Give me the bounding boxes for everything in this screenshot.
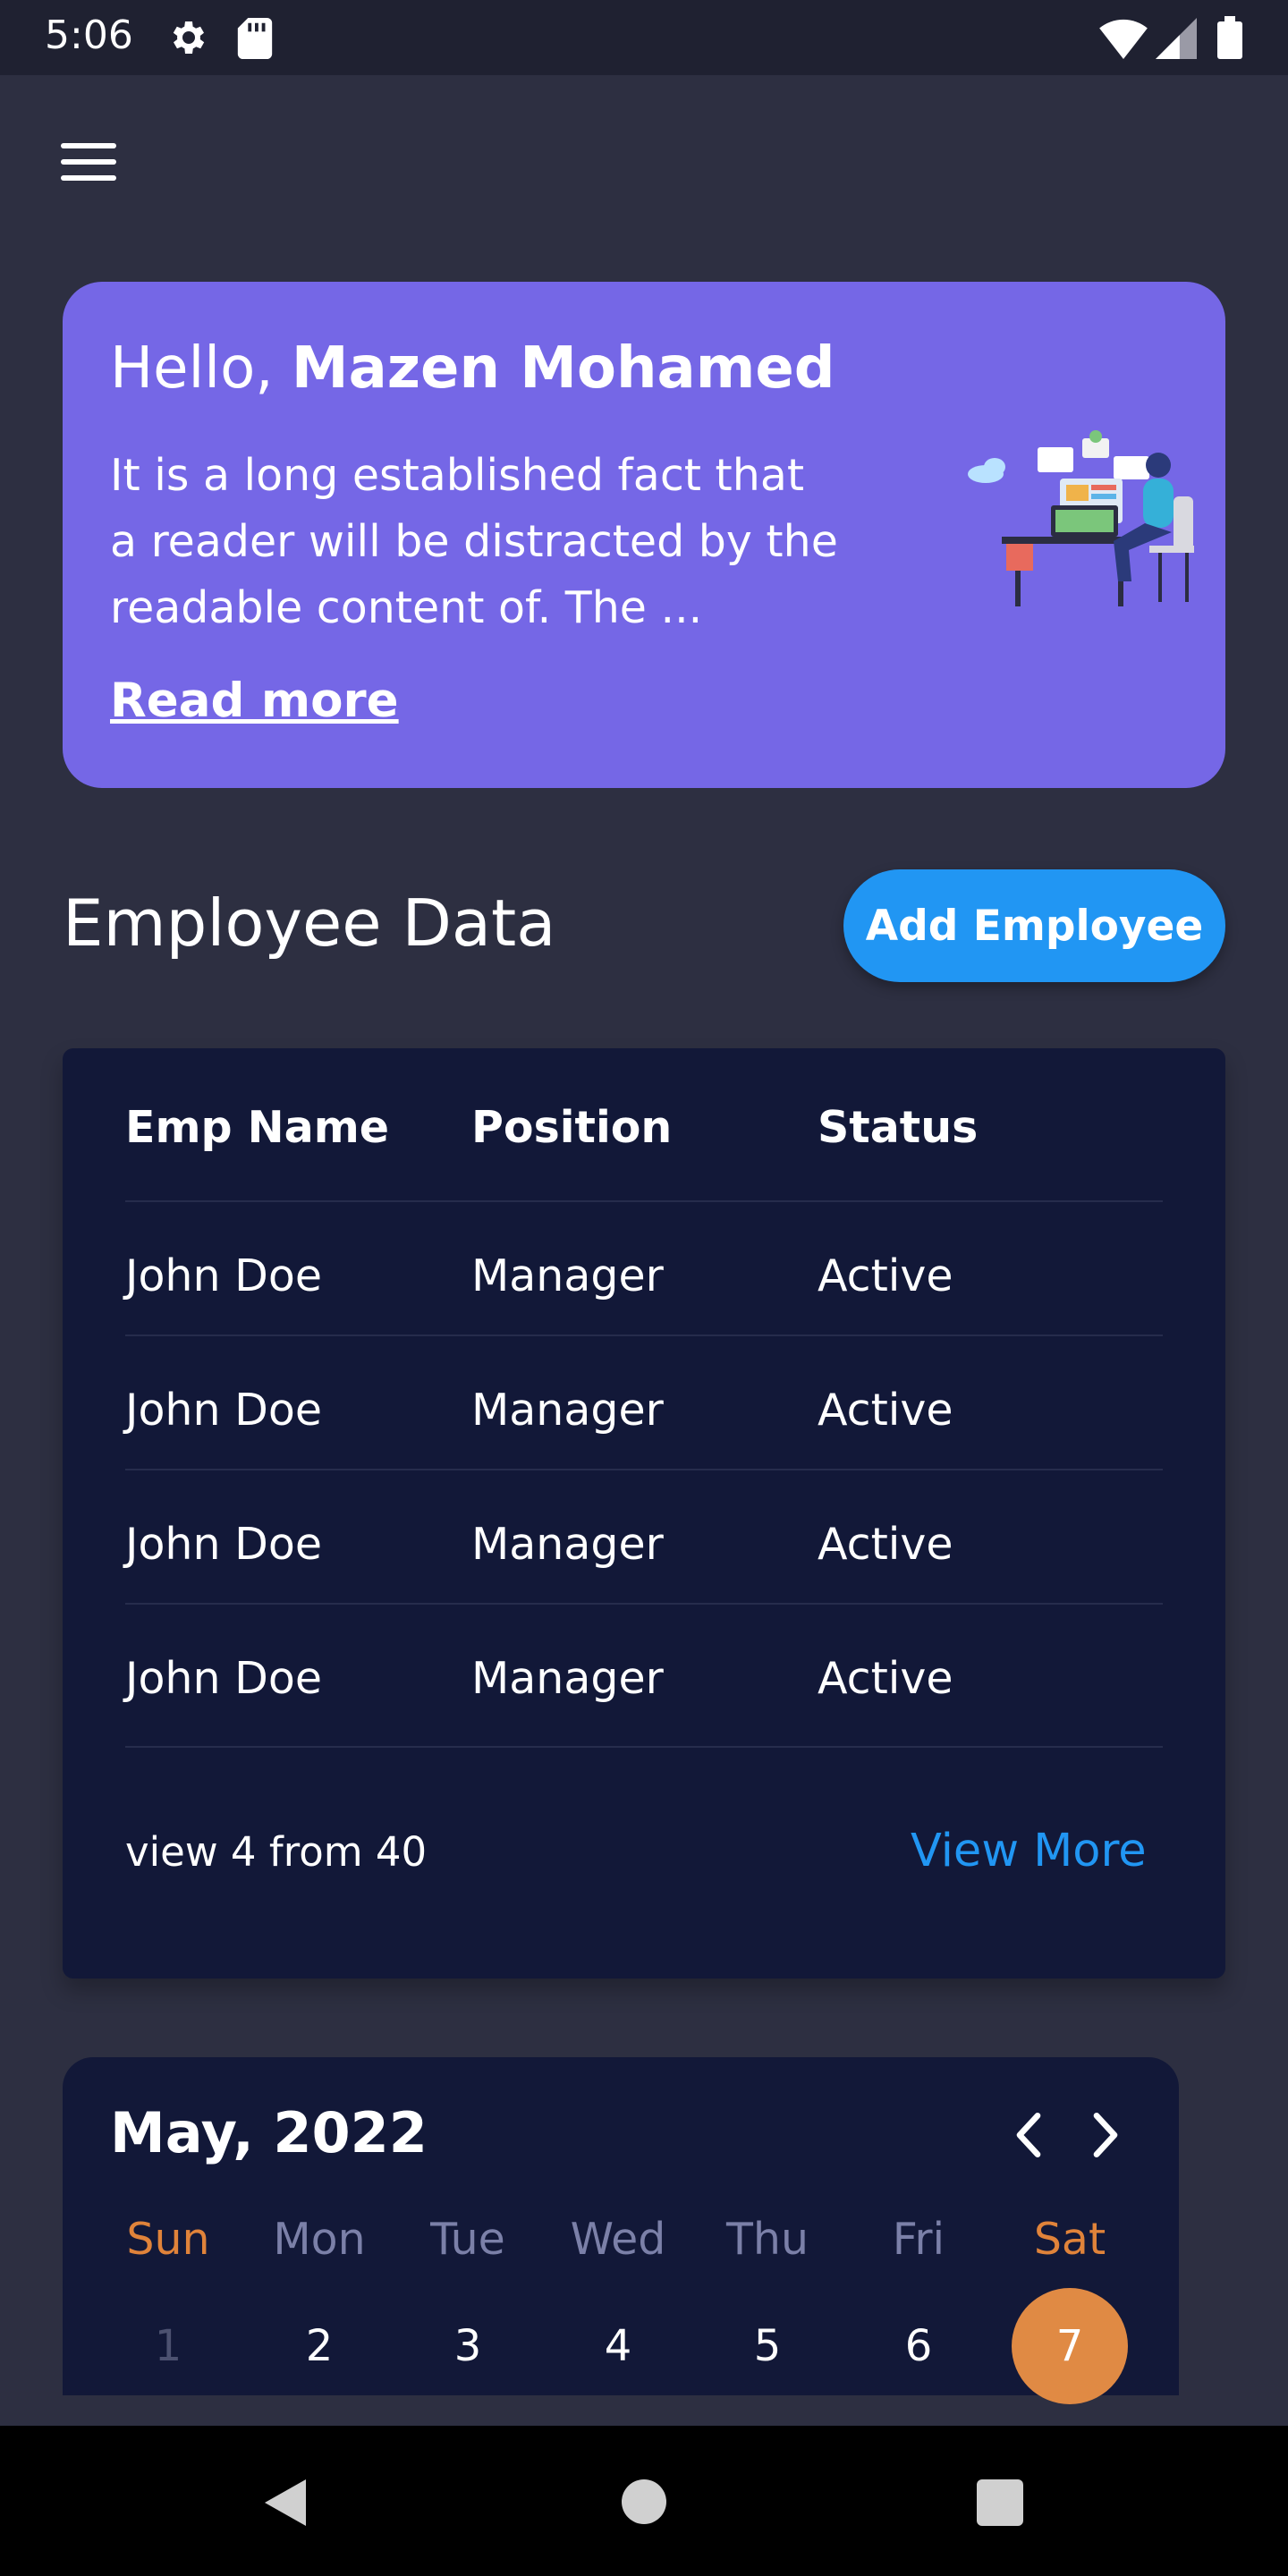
calendar-day-selected[interactable]: 7 [1012, 2288, 1128, 2404]
signal-icon [1156, 18, 1197, 59]
cell-emp-name: John Doe [125, 1385, 322, 1436]
cell-emp-name: John Doe [125, 1519, 322, 1570]
add-employee-button[interactable]: Add Employee [843, 869, 1225, 982]
chevron-left-icon[interactable] [1011, 2113, 1046, 2157]
wifi-icon [1099, 19, 1148, 59]
sd-card-icon [237, 18, 273, 59]
home-icon[interactable] [622, 2479, 666, 2524]
view-more-link[interactable]: View More [911, 1825, 1147, 1877]
calendar-day[interactable]: 2 [261, 2288, 377, 2404]
cell-position: Manager [471, 1519, 664, 1570]
weekday-wed: Wed [570, 2214, 666, 2265]
table-count: view 4 from 40 [125, 1828, 428, 1876]
greeting: Hello, Mazen Mohamed [110, 335, 835, 402]
divider [125, 1746, 1163, 1748]
menu-icon[interactable] [61, 143, 116, 182]
weekday-sat: Sat [1033, 2214, 1106, 2265]
employee-table: Emp Name Position Status John Doe Manage… [63, 1048, 1225, 1979]
calendar: May, 2022 Sun Mon Tue Wed Thu Fri Sat 1 … [63, 2057, 1179, 2404]
weekday-fri: Fri [892, 2214, 945, 2265]
recents-icon[interactable] [977, 2479, 1023, 2526]
cell-emp-name: John Doe [125, 1250, 322, 1301]
calendar-day[interactable]: 1 [110, 2288, 226, 2404]
cell-position: Manager [471, 1250, 664, 1301]
status-time: 5:06 [45, 13, 133, 58]
back-icon[interactable] [259, 2476, 309, 2529]
cell-position: Manager [471, 1385, 664, 1436]
cell-status: Active [818, 1519, 953, 1570]
cell-status: Active [818, 1653, 953, 1704]
weekday-mon: Mon [273, 2214, 366, 2265]
read-more-link[interactable]: Read more [110, 674, 399, 728]
employee-data-title: Employee Data [63, 886, 556, 961]
weekday-tue: Tue [430, 2214, 505, 2265]
chevron-right-icon[interactable] [1088, 2113, 1123, 2157]
column-header-position: Position [471, 1102, 673, 1153]
table-row[interactable]: John Doe Manager Active [125, 1603, 1163, 1739]
calendar-day[interactable]: 5 [709, 2288, 826, 2404]
table-header: Emp Name Position Status [125, 1102, 1163, 1191]
table-row[interactable]: John Doe Manager Active [125, 1469, 1163, 1605]
calendar-day[interactable]: 6 [860, 2288, 977, 2404]
status-bar: 5:06 [0, 0, 1288, 75]
table-row[interactable]: John Doe Manager Active [125, 1200, 1163, 1336]
user-name: Mazen Mohamed [291, 335, 835, 402]
welcome-text: It is a long established fact that a rea… [110, 450, 838, 633]
navigation-bar [0, 2426, 1288, 2576]
cell-status: Active [818, 1250, 953, 1301]
cell-position: Manager [471, 1653, 664, 1704]
developer-illustration [968, 430, 1194, 606]
cell-emp-name: John Doe [125, 1653, 322, 1704]
welcome-card: Hello, Mazen Mohamed It is a long establ… [63, 282, 1225, 788]
calendar-day[interactable]: 4 [560, 2288, 676, 2404]
calendar-month: May, 2022 [110, 2100, 428, 2165]
weekday-thu: Thu [725, 2214, 809, 2265]
table-row[interactable]: John Doe Manager Active [125, 1335, 1163, 1470]
calendar-day[interactable]: 3 [410, 2288, 526, 2404]
column-header-emp-name: Emp Name [125, 1102, 390, 1153]
gear-icon [173, 21, 205, 54]
cell-status: Active [818, 1385, 953, 1436]
weekday-sun: Sun [126, 2214, 210, 2265]
greeting-prefix: Hello, [110, 335, 274, 402]
battery-icon [1217, 16, 1242, 59]
column-header-status: Status [818, 1102, 979, 1153]
